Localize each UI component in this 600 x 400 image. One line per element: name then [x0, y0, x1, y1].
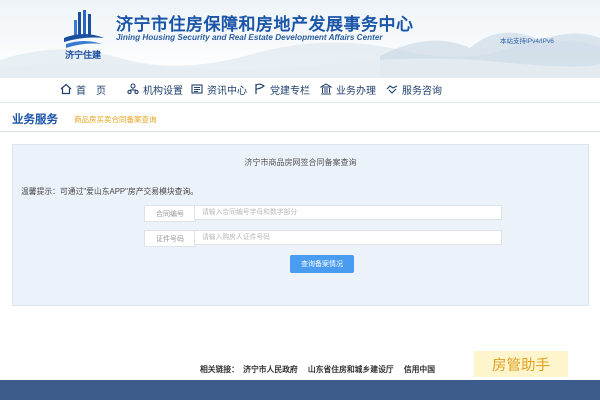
nav-item-label: 机构设置 [143, 85, 183, 97]
nav-item-consult[interactable]: 服务咨询 [386, 78, 442, 100]
site-subtitle: Jining Housing Security and Real Estate … [116, 33, 383, 42]
nav-item-home[interactable]: 首 页 [60, 78, 106, 100]
id-number-input[interactable] [194, 230, 502, 245]
nav-item-label: 业务办理 [336, 85, 376, 97]
handshake-icon [386, 85, 398, 94]
link-credit-china[interactable]: 信用中国 [404, 365, 435, 374]
breadcrumb[interactable]: 商品房买卖合同备案查询 [74, 114, 157, 125]
site-header: 济宁住建 济宁市住房保障和房地产发展事务中心 Jining Housing Se… [0, 0, 600, 78]
contract-number-label: 合同编号 [144, 205, 196, 222]
id-number-label: 证件号码 [144, 230, 196, 247]
nav-item-label: 资讯中心 [207, 85, 247, 97]
ipv6-support-note: 本站支持IPv4/IPv6 [500, 38, 554, 45]
contract-number-input[interactable] [194, 205, 502, 220]
panel-title: 济宁市商品房网签合同备案查询 [244, 158, 357, 167]
org-icon [127, 83, 139, 95]
related-links: 相关链接： 济宁市人民政府 山东省住房和城乡建设厅 信用中国 [200, 364, 443, 375]
nav-item-organization[interactable]: 机构设置 [127, 78, 183, 100]
nav-item-news[interactable]: 资讯中心 [191, 78, 247, 100]
link-jining-government[interactable]: 济宁市人民政府 [243, 365, 298, 374]
query-panel: 济宁市商品房网签合同备案查询 [12, 144, 589, 306]
home-icon [60, 83, 72, 95]
related-links-label: 相关链接： [200, 365, 239, 374]
nav-item-label: 党建专栏 [270, 85, 310, 97]
nav-item-business[interactable]: 业务办理 [320, 78, 376, 100]
nav-item-party[interactable]: 党建专栏 [254, 78, 310, 100]
flag-icon [255, 83, 265, 94]
news-icon [191, 84, 203, 94]
link-shandong-housing-dept[interactable]: 山东省住房和城乡建设厅 [308, 365, 394, 374]
main-nav: 首 页 机构设置 资讯中心 党建专栏 业务办理 服务咨询 [0, 78, 600, 100]
section-title: 业务服务 [12, 114, 58, 126]
tip-text: 温馨提示：可通过"爱山东APP"房产交易模块查询。 [21, 187, 199, 196]
housing-assistant-watermark: 房管助手 [474, 351, 568, 377]
query-record-button[interactable]: 查询备案情况 [290, 255, 354, 273]
section-divider [0, 131, 600, 132]
building-icon [320, 83, 332, 95]
footer-bar [0, 380, 600, 400]
site-title: 济宁市住房保障和房地产发展事务中心 [116, 15, 414, 34]
nav-item-label: 服务咨询 [402, 85, 442, 97]
logo-text: 济宁住建 [64, 51, 101, 61]
watermark-text: 房管助手 [492, 357, 550, 374]
nav-divider [0, 102, 600, 103]
nav-item-label: 首 页 [76, 85, 106, 97]
